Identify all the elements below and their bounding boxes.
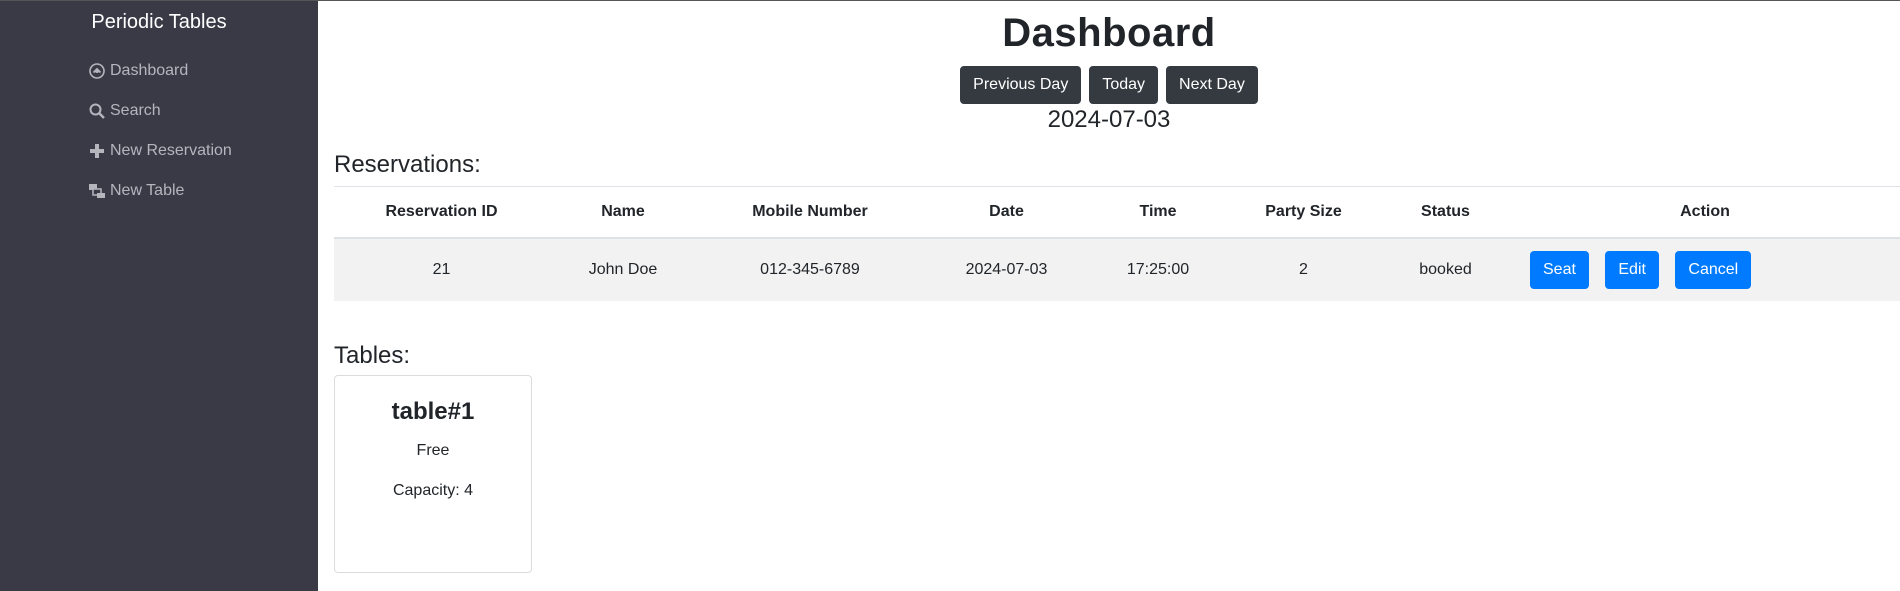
dashboard-icon bbox=[89, 63, 105, 79]
column-header: Party Size bbox=[1226, 186, 1381, 239]
sidebar-item-label: New Reservation bbox=[110, 142, 232, 159]
column-header: Time bbox=[1090, 186, 1226, 239]
sidebar-nav: Dashboard Search New Reservation New Tab… bbox=[88, 51, 232, 211]
previous-day-button[interactable]: Previous Day bbox=[960, 66, 1082, 104]
column-header: Action bbox=[1510, 186, 1900, 239]
plus-icon bbox=[90, 144, 104, 158]
table-card: table#1 Free Capacity: 4 bbox=[334, 375, 532, 573]
page-title: Dashboard bbox=[1002, 11, 1216, 55]
cancel-button[interactable]: Cancel bbox=[1675, 251, 1752, 289]
edit-button[interactable]: Edit bbox=[1605, 251, 1659, 289]
table-capacity: Capacity: 4 bbox=[392, 482, 474, 499]
sidebar-item-label: New Table bbox=[110, 182, 185, 199]
action-cell: Seat Edit Cancel bbox=[1510, 237, 1900, 301]
sidebar-item-label: Dashboard bbox=[110, 62, 189, 79]
date-cell: 2024-07-03 bbox=[923, 237, 1090, 301]
today-button[interactable]: Today bbox=[1089, 66, 1159, 104]
table-header-row: Reservation ID Name Mobile Number Date T… bbox=[334, 186, 1900, 239]
reservations-table: Reservation ID Name Mobile Number Date T… bbox=[334, 186, 1900, 301]
party-size-cell: 2 bbox=[1226, 237, 1381, 301]
column-header: Reservation ID bbox=[334, 186, 549, 239]
status-cell: booked bbox=[1381, 237, 1510, 301]
sidebar-item-label: Search bbox=[110, 102, 161, 119]
column-header: Mobile Number bbox=[697, 186, 923, 239]
reservations-heading: Reservations: bbox=[334, 151, 481, 178]
column-header: Status bbox=[1381, 186, 1510, 239]
tables-heading: Tables: bbox=[334, 342, 411, 369]
date-navigation: Previous Day Today Next Day bbox=[318, 66, 1900, 104]
sidebar-item-dashboard[interactable]: Dashboard bbox=[88, 51, 232, 91]
column-header: Date bbox=[923, 186, 1090, 239]
current-date: 2024-07-03 bbox=[1047, 106, 1171, 133]
sidebar: Periodic Tables Dashboard Search New Res… bbox=[0, 1, 318, 591]
reservation-id-cell: 21 bbox=[334, 237, 549, 301]
sidebar-item-search[interactable]: Search bbox=[88, 91, 232, 131]
table-status: Free bbox=[416, 442, 450, 459]
mobile-cell: 012-345-6789 bbox=[697, 237, 923, 301]
column-header: Name bbox=[549, 186, 697, 239]
layers-icon bbox=[89, 184, 105, 198]
sidebar-item-new-table[interactable]: New Table bbox=[88, 171, 232, 211]
name-cell: John Doe bbox=[549, 237, 697, 301]
table-row: 21 John Doe 012-345-6789 2024-07-03 17:2… bbox=[334, 237, 1900, 301]
main-content: Dashboard Previous Day Today Next Day 20… bbox=[318, 1, 1900, 591]
brand-title[interactable]: Periodic Tables bbox=[0, 11, 318, 34]
next-day-button[interactable]: Next Day bbox=[1166, 66, 1258, 104]
seat-button[interactable]: Seat bbox=[1530, 251, 1589, 289]
time-cell: 17:25:00 bbox=[1090, 237, 1226, 301]
sidebar-item-new-reservation[interactable]: New Reservation bbox=[88, 131, 232, 171]
table-name: table#1 bbox=[391, 398, 475, 425]
search-icon bbox=[89, 103, 105, 119]
